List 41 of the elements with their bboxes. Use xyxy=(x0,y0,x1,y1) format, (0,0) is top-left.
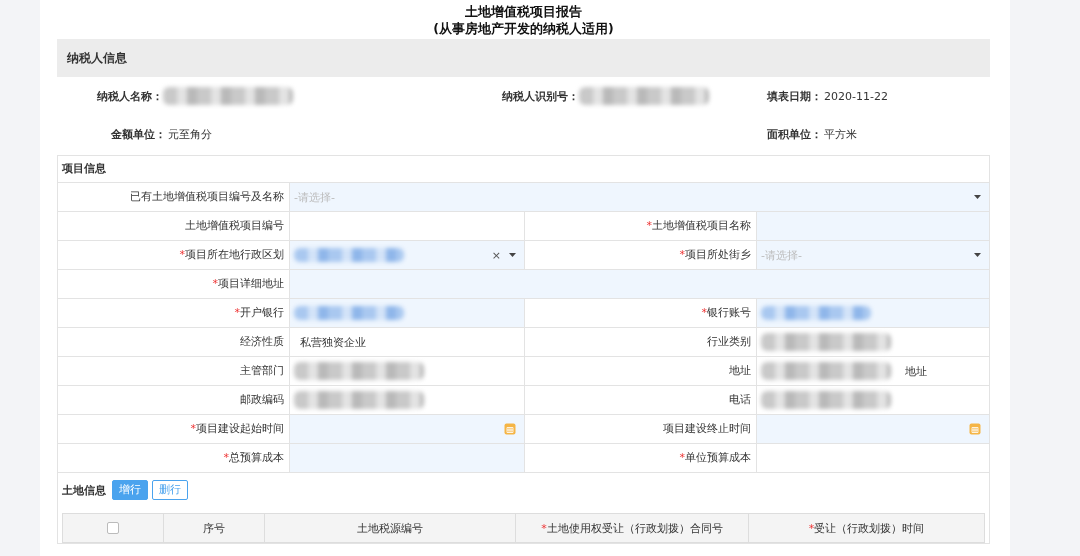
field-value: 平方米 xyxy=(824,126,857,142)
caret-icon[interactable] xyxy=(509,253,516,257)
column-header: 序号 xyxy=(164,514,265,542)
field-label: 电话 xyxy=(525,386,757,414)
input-field[interactable]: × xyxy=(290,241,525,269)
calendar-icon[interactable] xyxy=(969,423,981,435)
field-label: 填表日期： xyxy=(767,88,822,104)
field-label: 经济性质 xyxy=(58,328,290,356)
input-field[interactable] xyxy=(757,299,989,327)
input-field[interactable] xyxy=(290,444,525,472)
form-subtitle: (从事房地产开发的纳税人适用) xyxy=(432,20,615,37)
input-field[interactable]: 私营独资企业 xyxy=(290,328,525,356)
clear-icon[interactable]: × xyxy=(491,248,501,262)
section-header: 纳税人信息 xyxy=(57,39,990,77)
field-label: 纳税人名称： xyxy=(97,88,163,104)
input-field[interactable] xyxy=(290,270,989,298)
section-header: 土地信息 xyxy=(62,482,106,498)
field-label: 主管部门 xyxy=(58,357,290,385)
field-value: 2020-11-22 xyxy=(824,89,888,103)
calendar-icon[interactable] xyxy=(504,423,516,435)
field-label: 纳税人识别号： xyxy=(502,88,579,104)
field-label: *单位预算成本 xyxy=(525,444,757,472)
field-label: 地址 xyxy=(525,357,757,385)
select-all-checkbox[interactable] xyxy=(107,522,119,534)
field-label: 土地增值税项目编号 xyxy=(58,212,290,240)
column-header: *受让（行政划拨）时间 xyxy=(807,520,926,537)
column-header: 土地税源编号 xyxy=(265,514,516,542)
field-value: 元至角分 xyxy=(168,126,212,142)
caret-icon[interactable] xyxy=(974,253,981,257)
input-field[interactable] xyxy=(290,299,525,327)
caret-icon[interactable] xyxy=(974,195,981,199)
field-label: 面积单位： xyxy=(767,126,822,142)
input-field[interactable] xyxy=(757,415,989,443)
input-field[interactable] xyxy=(290,415,525,443)
field-label: 金额单位： xyxy=(111,126,166,142)
field-label: 行业类别 xyxy=(525,328,757,356)
column-header: *土地使用权受让（行政划拨）合同号 xyxy=(516,514,749,542)
input-field[interactable] xyxy=(757,212,989,240)
field-label: 邮政编码 xyxy=(58,386,290,414)
input-field[interactable]: 地址 xyxy=(757,357,989,385)
form-title: 土地增值税项目报告 xyxy=(464,3,583,20)
